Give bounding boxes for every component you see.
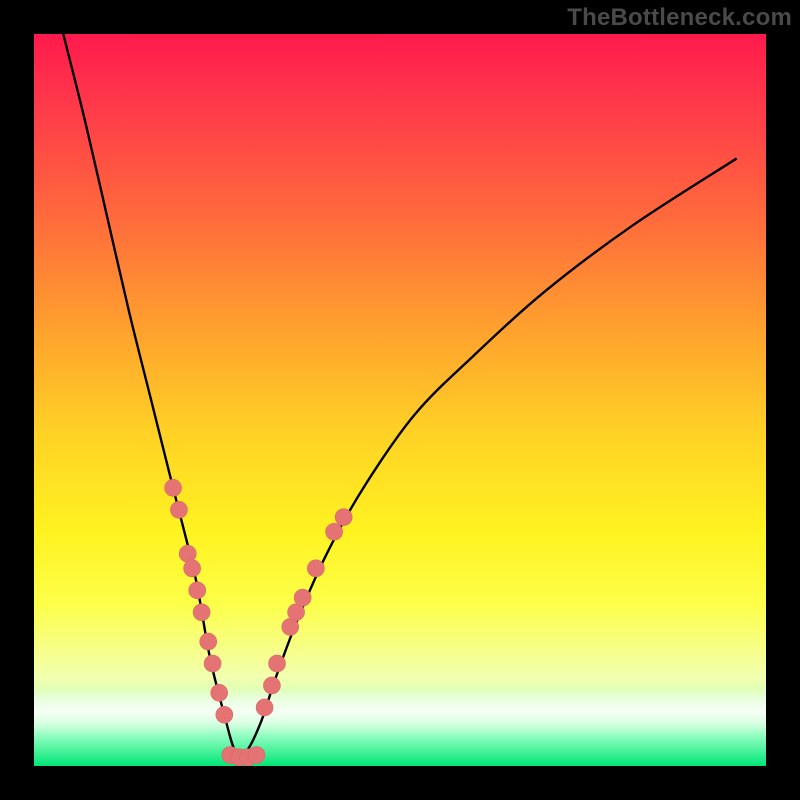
marker-dot [216, 706, 233, 723]
plot-area [34, 34, 766, 766]
marker-group-bottom [222, 747, 265, 766]
marker-dot [248, 747, 265, 764]
marker-dot [335, 509, 352, 526]
marker-dot [269, 655, 286, 672]
marker-dot [179, 545, 196, 562]
marker-dot [326, 523, 343, 540]
marker-group-right [256, 509, 352, 716]
outer-frame: TheBottleneck.com [0, 0, 800, 800]
marker-dot [294, 589, 311, 606]
watermark-text: TheBottleneck.com [567, 4, 792, 32]
marker-dot [211, 684, 228, 701]
marker-dot [256, 699, 273, 716]
bottleneck-curve [63, 34, 736, 755]
marker-dot [307, 560, 324, 577]
marker-dot [263, 677, 280, 694]
marker-dot [193, 604, 210, 621]
marker-dot [165, 479, 182, 496]
marker-dot [204, 655, 221, 672]
marker-dot [189, 582, 206, 599]
marker-group-left [165, 479, 233, 723]
chart-svg [34, 34, 766, 766]
marker-dot [184, 560, 201, 577]
marker-dot [170, 501, 187, 518]
marker-dot [200, 633, 217, 650]
